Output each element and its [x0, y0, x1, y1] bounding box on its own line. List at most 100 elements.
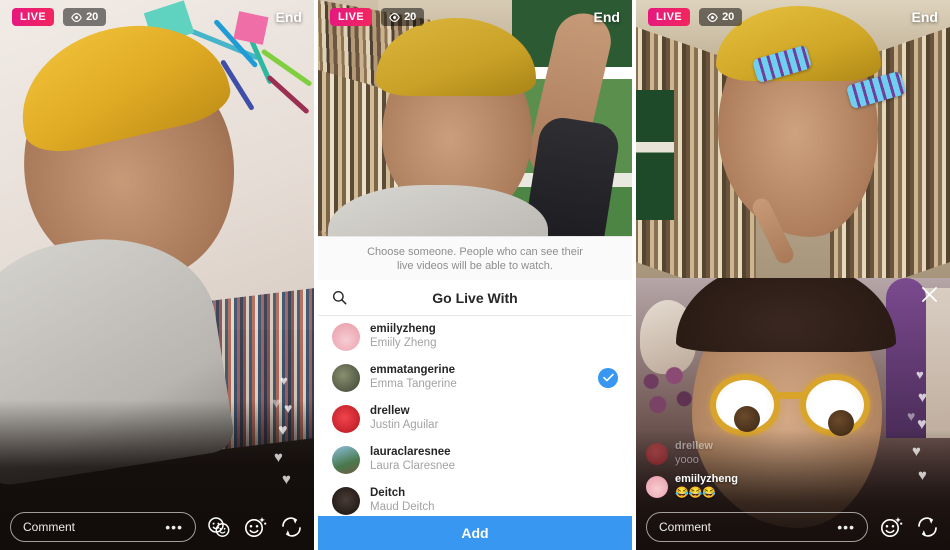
list-item[interactable]: Deitch Maud Deitch [318, 480, 632, 518]
user-list[interactable]: emiilyzheng Emiily Zheng emmatangerine E… [318, 316, 632, 518]
list-item[interactable]: lauraclaresnee Laura Claresnee [318, 439, 632, 480]
fullname: Emiily Zheng [370, 337, 437, 349]
live-video-feed [0, 0, 314, 550]
heart-icon: ♥ [916, 367, 924, 382]
hint-line-2: live videos will be able to watch. [397, 259, 553, 272]
list-item[interactable]: drellew Justin Aguilar [318, 398, 632, 439]
comment-text-block: drellew yooo [675, 440, 713, 467]
close-guest-button[interactable] [921, 286, 938, 308]
user-names: drellew Justin Aguilar [370, 405, 618, 432]
comment-username: drellew [675, 440, 713, 452]
googly-lens-right [800, 374, 870, 436]
end-live-button[interactable]: End [594, 9, 620, 25]
list-item[interactable]: emiilyzheng Emiily Zheng [318, 316, 632, 357]
username: emiilyzheng [370, 323, 436, 335]
go-live-hint: Choose someone. People who can see their… [318, 236, 632, 280]
heart-icon: ♥ [918, 467, 927, 484]
comment-item: drellew yooo [646, 440, 846, 467]
effects-icon[interactable] [242, 514, 268, 540]
comment-body: 😂😂😂 [675, 487, 717, 499]
comment-placeholder: Comment [659, 520, 712, 534]
username: lauraclaresnee [370, 446, 451, 458]
user-names: emiilyzheng Emiily Zheng [370, 323, 618, 350]
avatar [332, 404, 360, 433]
avatar [332, 363, 360, 392]
user-names: Deitch Maud Deitch [370, 487, 618, 514]
googly-lens-left [710, 374, 780, 436]
viewer-count-value: 20 [404, 11, 417, 23]
heart-icon: ♥ [278, 422, 288, 439]
comment-item: emiilyzheng 😂😂😂 [646, 473, 846, 500]
comment-more-button[interactable]: ••• [165, 520, 183, 534]
go-live-with-icon[interactable] [206, 514, 232, 540]
avatar [332, 445, 360, 474]
search-icon[interactable] [332, 290, 347, 305]
fullname: Justin Aguilar [370, 419, 439, 431]
avatar [332, 322, 360, 351]
viewer-count-badge[interactable]: 20 [381, 8, 425, 26]
live-badge: LIVE [330, 8, 373, 26]
live-bottom-bar: Comment ••• [636, 504, 950, 550]
avatar [332, 486, 360, 515]
viewer-count-value: 20 [86, 11, 99, 23]
avatar [646, 475, 668, 498]
close-icon [922, 287, 937, 302]
heart-icon: ♥ [272, 395, 281, 412]
live-bottom-bar: Comment ••• [0, 504, 314, 550]
guest-hair [676, 278, 896, 352]
googly-pupil [734, 406, 760, 432]
add-button[interactable]: Add [318, 516, 632, 550]
hint-line-1: Choose someone. People who can see their [367, 245, 583, 258]
camera-flip-icon[interactable] [914, 514, 940, 540]
panel-solo-live: LIVE 20 End ♥ ♥ ♥ ♥ ♥ ♥ Comment ••• [0, 0, 314, 550]
eye-icon [707, 12, 718, 22]
live-screens-row: LIVE 20 End ♥ ♥ ♥ ♥ ♥ ♥ Comment ••• LIVE… [0, 0, 950, 550]
username: drellew [370, 405, 410, 417]
comment-text-block: emiilyzheng 😂😂😂 [675, 473, 738, 500]
green-shelf-panel [636, 90, 674, 220]
comment-input[interactable]: Comment ••• [10, 512, 196, 542]
heart-icon: ♥ [912, 443, 921, 460]
floating-hearts: ♥ ♥ ♥ ♥ ♥ ♥ [904, 354, 940, 504]
go-live-with-header: Go Live With [318, 280, 632, 316]
heart-icon: ♥ [274, 449, 283, 466]
end-live-button[interactable]: End [912, 9, 938, 25]
selected-check-icon[interactable] [598, 367, 618, 388]
end-live-button[interactable]: End [276, 9, 302, 25]
fullname: Emma Tangerine [370, 378, 457, 390]
eye-icon [71, 12, 82, 22]
username: emmatangerine [370, 364, 456, 376]
comment-more-button[interactable]: ••• [837, 520, 855, 534]
live-badge: LIVE [12, 8, 55, 26]
list-item[interactable]: emmatangerine Emma Tangerine [318, 357, 632, 398]
live-top-bar: LIVE 20 End [318, 0, 632, 34]
comment-username: emiilyzheng [675, 473, 738, 485]
floating-hearts: ♥ ♥ ♥ ♥ ♥ ♥ [268, 354, 304, 504]
panel-live-together: LIVE 20 End drellew yooo emiilyzheng 😂😂😂… [636, 0, 950, 550]
panel-go-live-with: LIVE 20 End Choose someone. People who c… [318, 0, 632, 550]
live-comments: drellew yooo emiilyzheng 😂😂😂 [646, 434, 846, 500]
ar-googly-glasses-filter [710, 374, 870, 436]
heart-icon: ♥ [280, 373, 288, 388]
live-video-feed [318, 0, 632, 236]
avatar [646, 442, 668, 465]
heart-icon: ♥ [907, 408, 916, 424]
host-video-feed [636, 0, 950, 278]
heart-icon: ♥ [282, 471, 291, 488]
effects-icon[interactable] [878, 514, 904, 540]
eye-icon [389, 12, 400, 22]
camera-flip-icon[interactable] [278, 514, 304, 540]
live-top-bar: LIVE 20 End [0, 0, 314, 34]
fullname: Laura Claresnee [370, 460, 456, 472]
heart-icon: ♥ [284, 400, 293, 416]
viewer-count-badge[interactable]: 20 [63, 8, 107, 26]
heart-icon: ♥ [918, 389, 927, 406]
comment-placeholder: Comment [23, 520, 76, 534]
sheet-title: Go Live With [432, 289, 518, 306]
live-top-bar: LIVE 20 End [636, 0, 950, 34]
comment-input[interactable]: Comment ••• [646, 512, 868, 542]
username: Deitch [370, 487, 406, 499]
fullname: Maud Deitch [370, 501, 435, 513]
viewer-count-value: 20 [722, 11, 735, 23]
viewer-count-badge[interactable]: 20 [699, 8, 743, 26]
